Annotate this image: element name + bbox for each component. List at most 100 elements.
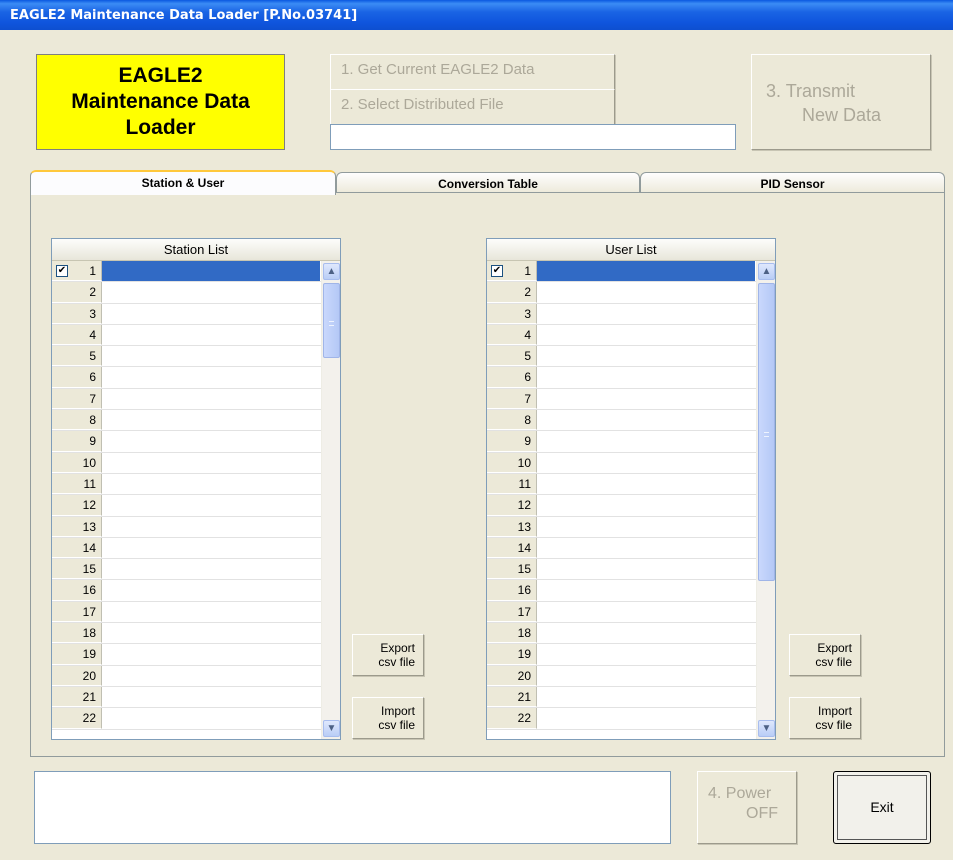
user-list-scrollbar[interactable]: ▲ ▼ <box>756 261 775 739</box>
table-row[interactable]: 11 <box>487 473 775 496</box>
row-value-cell[interactable] <box>537 580 755 600</box>
table-row[interactable]: 19 <box>487 644 775 666</box>
row-value-cell[interactable] <box>102 367 320 387</box>
row-value-cell[interactable] <box>102 304 320 324</box>
row-value-cell[interactable] <box>537 410 755 430</box>
scroll-up-arrow-icon[interactable]: ▲ <box>758 263 775 280</box>
table-row[interactable]: 3 <box>52 303 340 325</box>
table-row[interactable]: 6 <box>487 367 775 389</box>
station-export-csv-button[interactable]: Export csv file <box>352 634 424 676</box>
row-value-cell[interactable] <box>102 453 320 473</box>
station-list-scrollbar[interactable]: ▲ ▼ <box>321 261 340 739</box>
row-value-cell[interactable] <box>102 495 320 515</box>
user-import-csv-button[interactable]: Import csv file <box>789 697 861 739</box>
station-list-grid[interactable]: Station List 1 ✔ 2 3 4 5 6 7 8 9 10 11 12 13 14 15 16 17 1… <box>51 238 341 740</box>
table-row[interactable]: 17 <box>52 601 340 624</box>
table-row[interactable]: 7 <box>487 388 775 411</box>
table-row[interactable]: 9 <box>52 431 340 453</box>
row-value-cell[interactable] <box>102 623 320 643</box>
row-value-cell[interactable] <box>537 687 755 707</box>
scroll-down-arrow-icon[interactable]: ▼ <box>323 720 340 737</box>
row-value-cell[interactable] <box>102 389 320 409</box>
table-row[interactable]: 1 ✔ <box>52 261 340 283</box>
row-value-cell[interactable] <box>102 517 320 537</box>
exit-button[interactable]: Exit <box>833 771 931 844</box>
table-row[interactable]: 5 <box>487 346 775 368</box>
row-value-cell[interactable] <box>537 538 755 558</box>
tab-conversion-table[interactable]: Conversion Table <box>336 172 640 194</box>
table-row[interactable]: 11 <box>52 473 340 496</box>
row-value-cell[interactable] <box>102 261 320 282</box>
get-current-data-button[interactable]: 1. Get Current EAGLE2 Data <box>330 54 615 90</box>
row-value-cell[interactable] <box>537 559 755 579</box>
scroll-down-arrow-icon[interactable]: ▼ <box>758 720 775 737</box>
row-value-cell[interactable] <box>537 431 755 451</box>
user-export-csv-button[interactable]: Export csv file <box>789 634 861 676</box>
table-row[interactable]: 12 <box>52 495 340 517</box>
table-row[interactable]: 20 <box>52 665 340 687</box>
row-value-cell[interactable] <box>102 708 320 728</box>
row-value-cell[interactable] <box>537 517 755 537</box>
table-row[interactable]: 19 <box>52 644 340 666</box>
row-value-cell[interactable] <box>537 389 755 409</box>
table-row[interactable]: 15 <box>52 559 340 581</box>
row-value-cell[interactable] <box>102 602 320 622</box>
table-row[interactable]: 2 <box>487 282 775 304</box>
row-value-cell[interactable] <box>537 304 755 324</box>
power-off-button[interactable]: 4. Power OFF <box>697 771 797 844</box>
row-value-cell[interactable] <box>537 602 755 622</box>
table-row[interactable]: 16 <box>52 580 340 602</box>
row-value-cell[interactable] <box>537 474 755 494</box>
table-row[interactable]: 5 <box>52 346 340 368</box>
table-row[interactable]: 16 <box>487 580 775 602</box>
user-list-scroll-thumb[interactable] <box>758 283 775 581</box>
row-value-cell[interactable] <box>537 261 755 282</box>
table-row[interactable]: 8 <box>487 410 775 432</box>
row-value-cell[interactable] <box>102 431 320 451</box>
table-row[interactable]: 22 <box>52 708 340 730</box>
row-value-cell[interactable] <box>102 580 320 600</box>
table-row[interactable]: 22 <box>487 708 775 730</box>
user-list-grid[interactable]: User List 1 ✔ 2 3 4 5 6 7 8 9 10 11 12 13 14 15 16 17 18 19… <box>486 238 776 740</box>
table-row[interactable]: 14 <box>487 537 775 560</box>
table-row[interactable]: 4 <box>52 324 340 347</box>
row-value-cell[interactable] <box>102 474 320 494</box>
table-row[interactable]: 8 <box>52 410 340 432</box>
table-row[interactable]: 10 <box>52 452 340 474</box>
tab-pid-sensor[interactable]: PID Sensor <box>640 172 945 194</box>
row-value-cell[interactable] <box>537 453 755 473</box>
checkbox-checked-icon[interactable]: ✔ <box>491 265 503 277</box>
row-value-cell[interactable] <box>102 346 320 366</box>
row-value-cell[interactable] <box>537 325 755 345</box>
row-value-cell[interactable] <box>102 538 320 558</box>
table-row[interactable]: 12 <box>487 495 775 517</box>
table-row[interactable]: 1 ✔ <box>487 261 775 283</box>
row-value-cell[interactable] <box>537 708 755 728</box>
table-row[interactable]: 2 <box>52 282 340 304</box>
row-value-cell[interactable] <box>102 666 320 686</box>
transmit-new-data-button[interactable]: 3. Transmit New Data <box>751 54 931 150</box>
station-list-scroll-thumb[interactable] <box>323 283 340 358</box>
row-value-cell[interactable] <box>537 623 755 643</box>
row-value-cell[interactable] <box>537 367 755 387</box>
row-value-cell[interactable] <box>102 410 320 430</box>
file-path-field[interactable] <box>330 124 736 150</box>
row-value-cell[interactable] <box>537 666 755 686</box>
table-row[interactable]: 3 <box>487 303 775 325</box>
table-row[interactable]: 13 <box>487 516 775 538</box>
select-distributed-file-button[interactable]: 2. Select Distributed File <box>330 89 615 125</box>
table-row[interactable]: 14 <box>52 537 340 560</box>
table-row[interactable]: 15 <box>487 559 775 581</box>
row-value-cell[interactable] <box>102 325 320 345</box>
tab-station-user[interactable]: Station & User <box>30 170 336 195</box>
table-row[interactable]: 4 <box>487 324 775 347</box>
table-row[interactable]: 18 <box>487 623 775 645</box>
table-row[interactable]: 9 <box>487 431 775 453</box>
table-row[interactable]: 17 <box>487 601 775 624</box>
station-import-csv-button[interactable]: Import csv file <box>352 697 424 739</box>
row-value-cell[interactable] <box>537 346 755 366</box>
checkbox-checked-icon[interactable]: ✔ <box>56 265 68 277</box>
row-value-cell[interactable] <box>537 495 755 515</box>
row-value-cell[interactable] <box>537 282 755 302</box>
scroll-up-arrow-icon[interactable]: ▲ <box>323 263 340 280</box>
